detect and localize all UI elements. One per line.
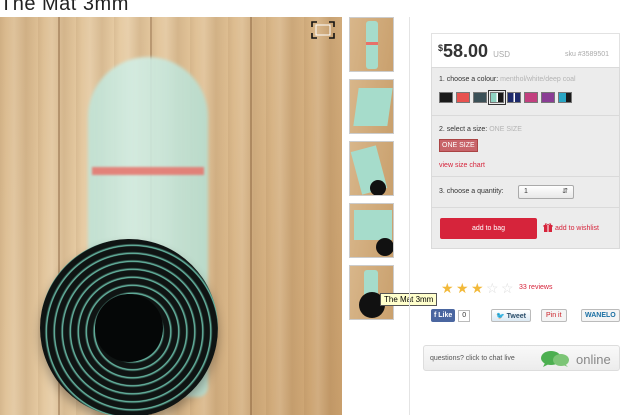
live-chat-button[interactable]: questions? click to chat live online	[423, 345, 620, 371]
size-label: 2. select a size: ONE SIZE	[439, 126, 522, 133]
colour-swatch[interactable]	[456, 92, 470, 103]
colour-label: 1. choose a colour: menthol/white/deep c…	[439, 76, 576, 83]
mat-stripe	[92, 167, 204, 175]
colour-swatch-selected[interactable]	[488, 90, 506, 105]
add-to-bag-button[interactable]: add to bag	[440, 218, 537, 239]
star-empty-icon: ☆	[486, 280, 499, 296]
price-box: $58.00 USD sku #3589501	[431, 33, 620, 67]
expand-icon[interactable]	[311, 21, 335, 39]
main-product-image[interactable]	[0, 17, 342, 415]
facebook-like[interactable]: f Like 0	[431, 309, 471, 322]
size-option: 2. select a size: ONE SIZE ONE SIZE view…	[431, 115, 620, 176]
thumbnail-2[interactable]	[349, 79, 394, 134]
reviews-link[interactable]: 33 reviews	[519, 284, 552, 291]
colour-swatch[interactable]	[541, 92, 555, 103]
updown-arrow-icon: ⇵	[562, 188, 568, 195]
quantity-option: 3. choose a quantity: 1 ⇵	[431, 176, 620, 207]
tweet-button[interactable]: 🐦 Tweet	[491, 309, 531, 322]
thumbnail-1[interactable]	[349, 17, 394, 72]
star-empty-icon: ☆	[501, 280, 514, 296]
purchase-panel: $58.00 USD sku #3589501 1. choose a colo…	[431, 33, 620, 249]
colour-swatch[interactable]	[524, 92, 538, 103]
gift-icon	[543, 223, 553, 232]
currency: USD	[493, 50, 510, 59]
add-to-wishlist-link[interactable]: add to wishlist	[543, 223, 599, 233]
product-title: The Mat 3mm	[0, 0, 129, 15]
colour-swatch[interactable]	[439, 92, 453, 103]
chat-bubbles-icon	[541, 351, 569, 367]
quantity-select[interactable]: 1 ⇵	[518, 185, 574, 199]
size-chart-link[interactable]: view size chart	[439, 162, 485, 169]
colour-swatch[interactable]	[507, 92, 521, 103]
twitter-icon: 🐦	[496, 313, 505, 320]
wanelo-button[interactable]: WANELO	[581, 309, 620, 322]
colour-option: 1. choose a colour: menthol/white/deep c…	[431, 67, 620, 115]
social-share-bar: f Like 0 🐦 Tweet Pin it WANELO	[431, 309, 620, 322]
wood-plank-line	[250, 17, 252, 415]
mat-core	[95, 294, 163, 362]
colour-swatch[interactable]	[473, 92, 487, 103]
facebook-like-button[interactable]: f Like	[431, 309, 456, 322]
price: $58.00 USD	[438, 41, 510, 61]
star-filled-icon: ★	[471, 280, 484, 296]
column-divider	[409, 17, 410, 415]
colour-swatch[interactable]	[558, 92, 572, 103]
size-one-size-button[interactable]: ONE SIZE	[439, 139, 478, 152]
thumbnail-4[interactable]	[349, 203, 394, 258]
chat-label: questions? click to chat live	[430, 355, 515, 362]
pin-it-button[interactable]: Pin it	[541, 309, 567, 322]
quantity-label: 3. choose a quantity:	[439, 188, 504, 195]
bag-row: add to bag add to wishlist	[431, 207, 620, 249]
star-filled-icon: ★	[441, 280, 454, 296]
colour-swatches	[439, 90, 572, 105]
thumbnail-3[interactable]	[349, 141, 394, 196]
chat-status: online	[576, 352, 611, 367]
star-rating[interactable]: ★ ★ ★ ☆ ☆	[441, 281, 515, 295]
sku: sku #3589501	[565, 51, 609, 58]
star-filled-icon: ★	[456, 280, 469, 296]
like-count: 0	[458, 309, 471, 322]
